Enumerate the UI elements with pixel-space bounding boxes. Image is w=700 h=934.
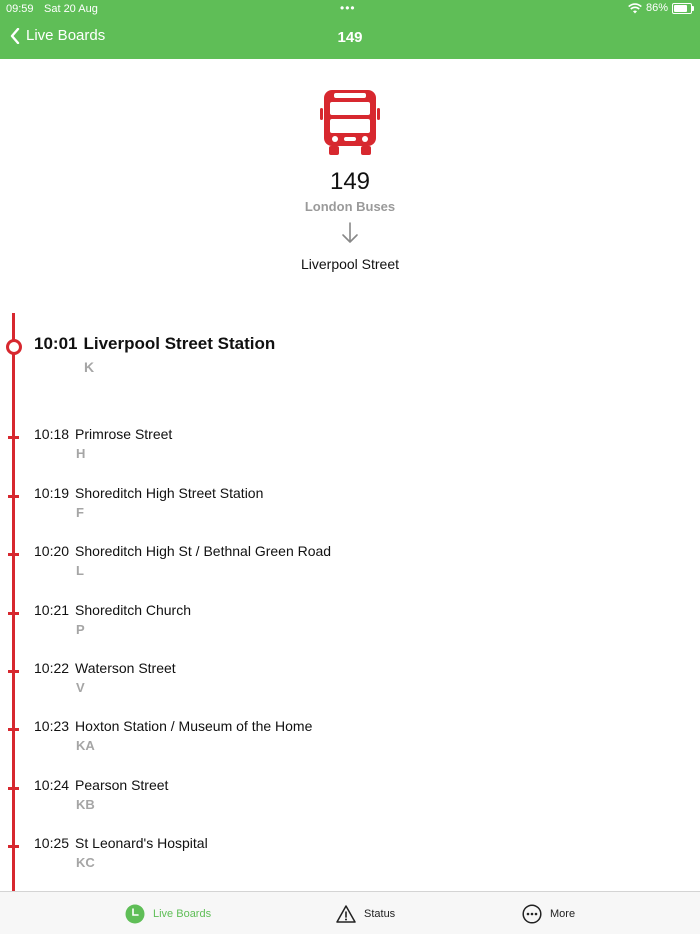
tab-live-boards-label: Live Boards [153, 907, 212, 920]
stop-marker [8, 670, 19, 673]
stop-name: Shoreditch High St / Bethnal Green Road [75, 543, 332, 560]
stop-time: 10:23 [34, 718, 70, 735]
stop-row: 10:23 Hoxton Station / Museum of the Home [34, 718, 312, 734]
stop-marker [8, 786, 19, 790]
stop-letter: L [76, 563, 84, 579]
stop-name: Primrose Street [75, 426, 173, 443]
stop-name: Pearson Street [75, 776, 169, 793]
stop-name: Shoreditch High Street Station [75, 484, 264, 501]
battery-percent: 86% [645, 2, 668, 14]
battery-icon [672, 2, 694, 14]
tab-status[interactable]: Status [336, 892, 395, 934]
stop-name: Hoxton Station / Museum of the Home [75, 718, 313, 735]
stop-time: 10:24 [34, 776, 70, 793]
app-window: 09:59 Sat 20 Aug ••• 86% Live Boards 149… [0, 0, 700, 934]
stop-letter: K [84, 359, 95, 375]
stop-marker [8, 494, 19, 498]
current-stop-marker [6, 339, 22, 355]
stop-marker [8, 611, 19, 615]
stop-time: 10:20 [34, 543, 70, 560]
page-title: 149 [337, 29, 363, 46]
stop-name: Shoreditch Church [75, 601, 191, 618]
stop-row: 10:24 Pearson Street [34, 777, 168, 793]
stop-letter: KC [76, 855, 95, 871]
stop-row: 10:25 St Leonard's Hospital [34, 835, 208, 851]
stop-letter: KA [76, 738, 95, 754]
more-icon [522, 903, 542, 924]
route-line [12, 313, 15, 891]
stop-row: 10:01 Liverpool Street Station [34, 334, 275, 354]
tab-live-boards[interactable]: Live Boards [125, 892, 211, 934]
stop-marker [8, 845, 19, 849]
warning-icon [336, 904, 356, 923]
clock-icon [125, 904, 145, 923]
stop-letter: F [76, 504, 84, 520]
status-date: Sat 20 Aug [44, 3, 98, 15]
tab-more[interactable]: More [522, 892, 575, 934]
stop-marker [8, 553, 19, 557]
operator-name: London Buses [304, 199, 396, 214]
stop-time: 10:25 [34, 835, 70, 852]
bus-icon [320, 90, 380, 155]
status-time: 09:59 [6, 3, 34, 15]
tab-bar: Live Boards Status More [0, 891, 700, 934]
status-bar: 09:59 Sat 20 Aug ••• 86% [0, 0, 700, 18]
stop-letter: P [76, 621, 85, 637]
navigation-header: 09:59 Sat 20 Aug ••• 86% Live Boards 149 [0, 0, 700, 59]
stop-time: 10:18 [34, 426, 70, 443]
stop-name: Liverpool Street Station [83, 334, 276, 353]
stop-time: 10:19 [34, 484, 70, 501]
arrow-down-icon [342, 222, 358, 243]
route-summary: 149 London Buses Liverpool Street [0, 86, 700, 272]
stop-row: 10:19 Shoreditch High Street Station [34, 485, 263, 501]
stop-time: 10:22 [34, 660, 70, 676]
stop-time: 10:21 [34, 601, 70, 618]
stop-timeline[interactable]: 10:01 Liverpool Street Station K 10:18 Primr… [0, 313, 700, 891]
stop-row: 10:20 Shoreditch High St / Bethnal Green … [34, 543, 331, 559]
wifi-icon [628, 2, 642, 13]
multitasking-dots[interactable]: ••• [340, 2, 356, 14]
tab-status-label: Status [364, 907, 396, 920]
stop-name: Waterson Street [75, 660, 176, 676]
stop-letter: KB [76, 796, 95, 812]
status-right: 86% [628, 2, 694, 14]
stop-marker [8, 728, 19, 732]
stop-row: 10:22 Waterson Street [34, 660, 176, 676]
stop-time: 10:01 [34, 334, 78, 353]
destination: Liverpool Street [300, 256, 400, 272]
stop-letter: V [76, 680, 85, 695]
stop-row: 10:18 Primrose Street [34, 426, 172, 442]
stop-name: St Leonard's Hospital [75, 835, 208, 852]
route-number: 149 [329, 168, 371, 195]
stop-letter: H [76, 446, 86, 462]
stop-marker [8, 436, 19, 440]
stop-row: 10:21 Shoreditch Church [34, 602, 191, 618]
tab-more-label: More [550, 907, 576, 920]
